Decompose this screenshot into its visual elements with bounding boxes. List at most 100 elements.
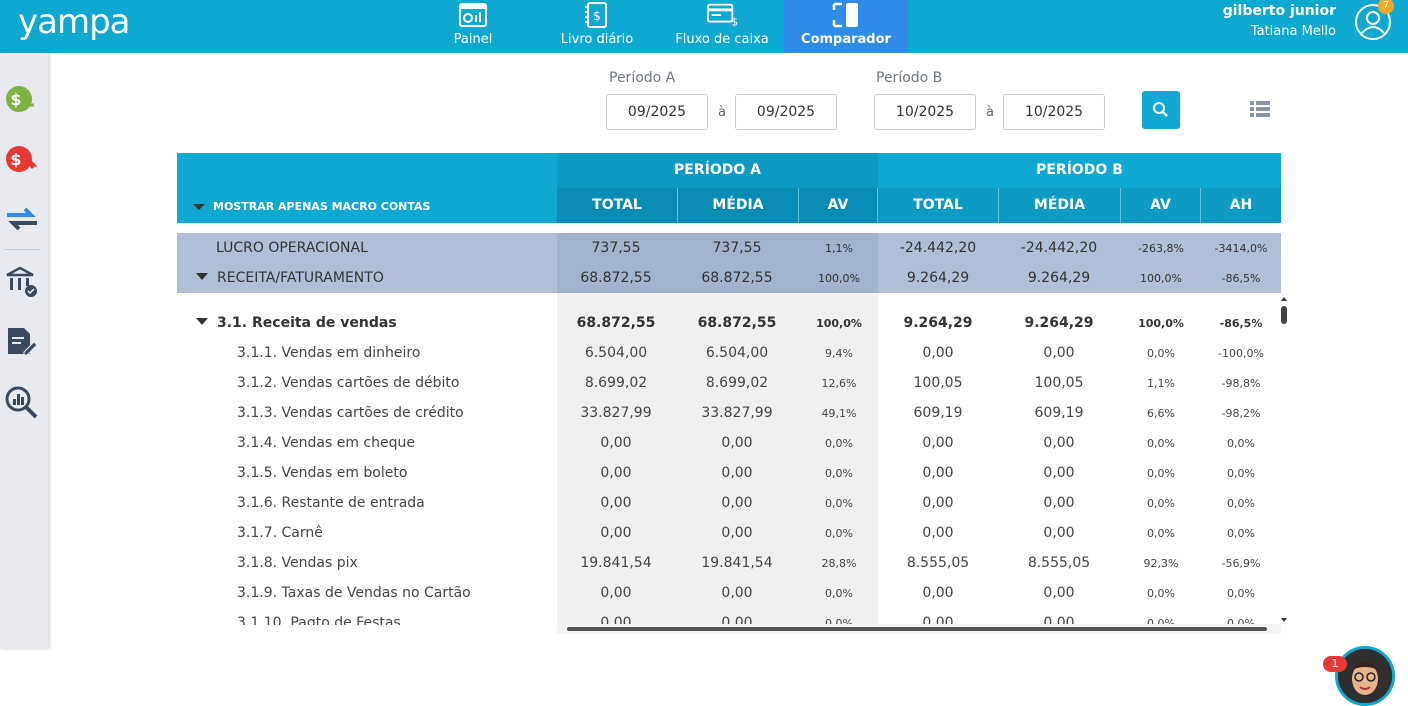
period-b-header: PERÍODO B: [878, 153, 1281, 188]
table-cell: 0,00: [600, 435, 632, 451]
table-cell: 0,0%: [825, 437, 853, 450]
assistant-avatar-icon: [1338, 649, 1392, 703]
summary-cell: 68.872,55: [580, 270, 652, 286]
bank-check-icon[interactable]: [4, 265, 37, 297]
assistant-chat-button[interactable]: [1335, 646, 1395, 706]
table-cell: 0,00: [1043, 435, 1075, 451]
table-cell: 0,0%: [1227, 467, 1255, 480]
search-button[interactable]: [1142, 91, 1180, 129]
table-cell: 609,19: [1034, 405, 1084, 421]
table-cell: 68.872,55: [576, 315, 656, 331]
caret-down-icon: [196, 273, 208, 280]
macro-accounts-toggle[interactable]: MOSTRAR APENAS MACRO CONTAS: [193, 200, 430, 213]
nav-painel[interactable]: Painel: [442, 0, 504, 53]
table-cell: -86,5%: [1219, 317, 1263, 330]
table-cell: 0,0%: [1227, 527, 1255, 540]
table-cell: 0,00: [600, 465, 632, 481]
report-search-icon[interactable]: [4, 385, 38, 419]
table-cell: 6.504,00: [584, 345, 648, 361]
cashflow-icon: $: [707, 2, 737, 28]
summary-label-lucro: LUCRO OPERACIONAL: [216, 240, 368, 256]
col-a-media[interactable]: MÉDIA: [678, 188, 799, 223]
table-cell: 8.555,05: [906, 555, 970, 571]
nav-livro-diario[interactable]: $ Livro diário: [558, 0, 636, 53]
col-a-av[interactable]: AV: [799, 188, 878, 223]
summary-cell: -3414,0%: [1214, 242, 1268, 255]
period-a-shade: [557, 293, 878, 625]
scroll-thumb[interactable]: [567, 627, 1267, 631]
table-cell: 92,3%: [1143, 557, 1179, 570]
summary-cell: 9.264,29: [906, 270, 970, 286]
horizontal-scrollbar[interactable]: [557, 624, 1281, 634]
nav-comparador[interactable]: Comparador: [784, 0, 908, 53]
money-in-icon[interactable]: $: [4, 83, 36, 115]
transfer-icon[interactable]: [4, 203, 37, 235]
period-b-from-input[interactable]: 10/2025: [874, 94, 976, 130]
table-cell: 0,00: [922, 525, 954, 541]
range-separator: à: [986, 105, 994, 120]
col-b-ah[interactable]: AH: [1201, 188, 1281, 223]
chat-notification-badge[interactable]: 1: [1323, 656, 1347, 672]
table-cell: 0,00: [721, 435, 753, 451]
table-cell: 0,00: [922, 345, 954, 361]
user-info[interactable]: gilberto junior Tatiana Mello: [1223, 2, 1336, 44]
col-b-av[interactable]: AV: [1121, 188, 1201, 223]
table-cell: 9,4%: [825, 347, 853, 360]
summary-label-text: RECEITA/FATURAMENTO: [217, 270, 384, 286]
period-a-label: Período A: [609, 70, 676, 86]
svg-text:$: $: [731, 16, 737, 27]
table-cell: 0,00: [1043, 585, 1075, 601]
account-row-label: 3.1.3. Vendas cartões de crédito: [237, 405, 464, 421]
table-cell: 100,0%: [816, 317, 862, 330]
table-cell: -100,0%: [1218, 347, 1264, 360]
table-cell: 100,05: [1034, 375, 1084, 391]
sidebar-divider: [4, 249, 40, 250]
col-b-total[interactable]: TOTAL: [878, 188, 999, 223]
col-a-total[interactable]: TOTAL: [557, 188, 678, 223]
table-cell: 0,00: [600, 585, 632, 601]
table-cell: 0,0%: [1147, 437, 1175, 450]
summary-cell: 68.872,55: [701, 270, 773, 286]
table-cell: 0,0%: [1227, 587, 1255, 600]
vertical-scrollbar[interactable]: [1280, 296, 1288, 624]
period-a-from-input[interactable]: 09/2025: [606, 94, 708, 130]
group-row-label[interactable]: 3.1. Receita de vendas: [196, 315, 397, 331]
period-a-header: PERÍODO A: [557, 153, 878, 188]
table-cell: 8.555,05: [1027, 555, 1091, 571]
table-cell: 68.872,55: [697, 315, 777, 331]
table-cell: -98,8%: [1221, 377, 1261, 390]
table-cell: 8.699,02: [584, 375, 648, 391]
svg-text:$: $: [593, 9, 601, 23]
table-body: 3.1. Receita de vendas 68.872,55 68.872,55…: [177, 293, 1281, 625]
table-cell: 0,00: [922, 495, 954, 511]
table-cell: -56,9%: [1221, 557, 1261, 570]
macro-toggle-label: MOSTRAR APENAS MACRO CONTAS: [213, 200, 431, 213]
period-b-to-input[interactable]: 10/2025: [1003, 94, 1105, 130]
caret-down-icon: [193, 203, 205, 210]
document-edit-icon[interactable]: [4, 325, 38, 357]
nav-label: Painel: [453, 32, 493, 47]
table-cell: 0,0%: [825, 497, 853, 510]
table-cell: 0,0%: [825, 527, 853, 540]
table-cell: 0,00: [922, 465, 954, 481]
caret-down-icon: [196, 318, 208, 325]
period-a-to-input[interactable]: 09/2025: [735, 94, 837, 130]
account-row-label: 3.1.7. Carnê: [237, 525, 323, 541]
summary-cell: -263,8%: [1138, 242, 1184, 255]
range-separator: à: [718, 105, 726, 120]
list-view-icon[interactable]: [1250, 101, 1270, 117]
nav-fluxo-de-caixa[interactable]: $ Fluxo de caixa: [672, 0, 772, 53]
table-cell: 0,0%: [1147, 347, 1175, 360]
summary-label-receita[interactable]: RECEITA/FATURAMENTO: [196, 270, 384, 286]
table-cell: 49,1%: [821, 407, 857, 420]
notification-badge[interactable]: 7: [1378, 0, 1394, 14]
money-out-icon[interactable]: $: [4, 143, 38, 175]
summary-cell: -86,5%: [1221, 272, 1261, 285]
table-cell: 1,1%: [1147, 377, 1175, 390]
col-b-media[interactable]: MÉDIA: [999, 188, 1121, 223]
summary-cell: 737,55: [712, 240, 762, 256]
summary-cell: 100,0%: [1140, 272, 1182, 285]
table-cell: 0,00: [600, 495, 632, 511]
app-logo[interactable]: yampa: [18, 2, 130, 42]
sidebar: $ $: [0, 53, 48, 649]
